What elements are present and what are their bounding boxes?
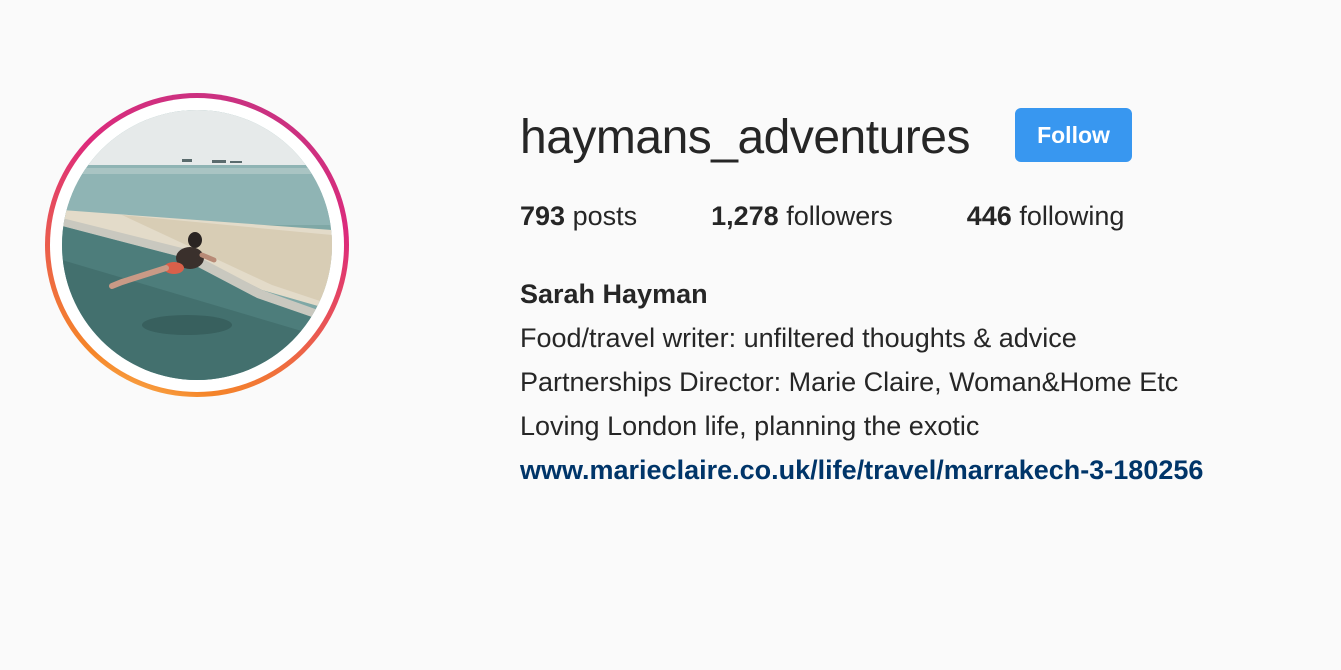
avatar-border <box>50 98 344 392</box>
bio: Sarah Hayman Food/travel writer: unfilte… <box>520 272 1203 492</box>
following-stat[interactable]: 446 following <box>967 198 1125 234</box>
followers-stat[interactable]: 1,278 followers <box>711 198 893 234</box>
follow-button[interactable]: Follow <box>1015 108 1132 162</box>
posts-count: 793 <box>520 201 566 231</box>
profile-header: haymans_adventures Follow 793 posts 1,27… <box>0 0 1341 670</box>
full-name: Sarah Hayman <box>520 279 708 309</box>
followers-label: followers <box>786 201 893 231</box>
followers-count: 1,278 <box>711 201 779 231</box>
posts-stat: 793 posts <box>520 198 637 234</box>
bio-link[interactable]: www.marieclaire.co.uk/life/travel/marrak… <box>520 448 1203 492</box>
posts-label: posts <box>572 201 638 231</box>
avatar[interactable] <box>62 110 332 380</box>
username: haymans_adventures <box>520 111 970 164</box>
bio-line-1: Food/travel writer: unfiltered thoughts … <box>520 323 1077 353</box>
avatar-photo <box>62 110 332 380</box>
following-label: following <box>1019 201 1125 231</box>
bio-line-2: Partnerships Director: Marie Claire, Wom… <box>520 367 1179 397</box>
following-count: 446 <box>966 201 1012 231</box>
story-ring[interactable] <box>45 93 349 397</box>
profile-stats: 793 posts 1,278 followers 446 following <box>520 198 1124 234</box>
bio-line-3: Loving London life, planning the exotic <box>520 411 980 441</box>
